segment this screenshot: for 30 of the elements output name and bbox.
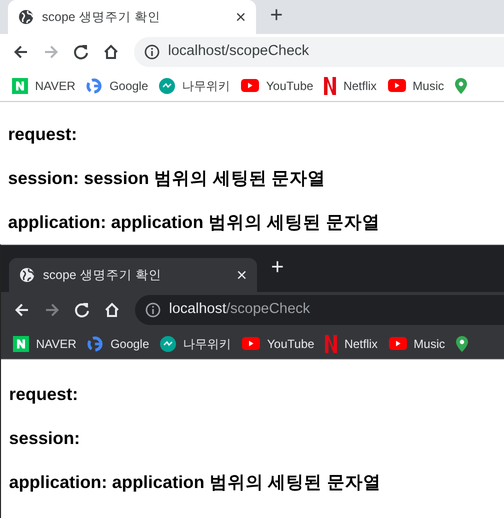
tab-title: scope 생명주기 확인 [42,8,162,26]
close-button[interactable]: × [236,266,247,284]
bookmark[interactable]: Music [388,334,445,352]
bookmark[interactable]: 나무위키 [159,76,230,94]
browser-tab[interactable]: scope 생명주기 확인 × [9,258,257,292]
new-tab-button[interactable]: + [256,4,293,30]
browser-tab[interactable]: scope 생명주기 확인 × [8,0,256,34]
bookmark[interactable]: Google [86,76,148,94]
result-line: session: session 범위의 세팅된 문자열 [8,167,327,190]
url-text: localhost/scopeCheck [168,42,310,62]
bookmark[interactable]: NAVER [13,334,76,352]
bookmark[interactable]: Netflix [325,334,378,352]
address-bar[interactable]: localhost/scopeCheck [135,295,504,325]
bookmark[interactable]: 나무위키 [160,334,232,352]
result-line: session: [9,427,81,450]
result-line: application: application 범위의 세팅된 문자열 [9,471,382,494]
close-button[interactable]: × [235,8,246,26]
result-line: request: [8,123,78,146]
bookmark[interactable]: Google [87,334,150,352]
bookmark[interactable]: Netflix [324,76,377,94]
bookmark[interactable]: NAVER [12,76,76,94]
bookmark[interactable]: Music [388,76,444,94]
result-line: application: application 범위의 세팅된 문자열 [8,211,382,234]
url-text: localhost/scopeCheck [169,300,310,320]
tab-title: scope 생명주기 확인 [43,266,162,284]
new-tab-button[interactable]: + [257,256,294,282]
address-bar[interactable]: localhost/scopeCheck [134,37,504,67]
bookmark[interactable]: YouTube [242,334,314,352]
result-line: request: [9,383,80,406]
bookmark[interactable]: YouTube [241,76,314,94]
